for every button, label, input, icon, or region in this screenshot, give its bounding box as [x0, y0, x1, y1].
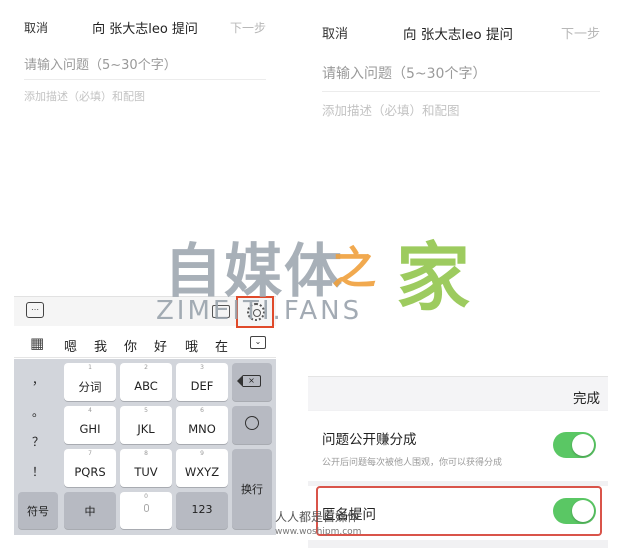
- key-1[interactable]: 1 分词: [64, 363, 116, 401]
- next-button[interactable]: 下一步: [230, 19, 266, 36]
- candidate-word[interactable]: 你: [124, 336, 137, 355]
- punct-key[interactable]: ！: [18, 455, 58, 485]
- gear-icon[interactable]: [247, 303, 265, 321]
- key-8[interactable]: 8 TUV: [120, 449, 172, 487]
- candidate-word[interactable]: 我: [94, 336, 107, 355]
- candidate-word[interactable]: 嗯: [64, 336, 77, 355]
- chinese-key[interactable]: 中: [64, 492, 116, 529]
- space-key[interactable]: 0: [120, 492, 172, 529]
- key-7[interactable]: 7 PQRS: [64, 449, 116, 487]
- done-bar: 完成: [308, 376, 608, 410]
- punct-key[interactable]: ，: [18, 363, 58, 393]
- description-input[interactable]: 添加描述（必填）和配图: [322, 100, 460, 119]
- settings-highlight: [236, 296, 274, 328]
- question-input[interactable]: 请输入问题（5~30个字）: [322, 60, 600, 92]
- right-screen: 取消 向 张大志leo 提问 下一步 请输入问题（5~30个字） 添加描述（必填…: [308, 0, 608, 548]
- enter-key[interactable]: 换行: [232, 449, 272, 529]
- footer-watermark: 人人都是自媒体: [275, 510, 360, 524]
- next-button[interactable]: 下一步: [561, 23, 600, 42]
- candidate-word[interactable]: 哦: [185, 336, 198, 355]
- anonymous-toggle[interactable]: [553, 498, 596, 524]
- punct-key[interactable]: 。: [18, 395, 58, 425]
- left-header: 取消 向 张大志leo 提问 下一步: [14, 0, 276, 48]
- candidate-bar: ▦ 嗯 我 你 好 哦 在 ⌄: [14, 328, 276, 358]
- emoji-key[interactable]: [232, 406, 272, 444]
- keyboard-menu-icon[interactable]: ⋯: [26, 302, 44, 318]
- key-9[interactable]: 9 WXYZ: [176, 449, 228, 487]
- left-screen: 取消 向 张大志leo 提问 下一步 请输入问题（5~30个字） 添加描述（必填…: [14, 0, 276, 548]
- key-4[interactable]: 4 GHI: [64, 406, 116, 444]
- symbols-key[interactable]: 符号: [18, 492, 58, 529]
- key-6[interactable]: 6 MNO: [176, 406, 228, 444]
- key-3[interactable]: 3 DEF: [176, 363, 228, 401]
- punct-key[interactable]: ？: [18, 425, 58, 455]
- done-button[interactable]: 完成: [573, 387, 600, 407]
- option-subtitle: 公开后问题每次被他人围观，你可以获得分成: [322, 458, 503, 468]
- key-5[interactable]: 5 JKL: [120, 406, 172, 444]
- public-share-option: 问题公开赚分成 公开后问题每次被他人围观，你可以获得分成: [308, 411, 608, 481]
- option-title: 问题公开赚分成: [322, 432, 417, 448]
- grid-icon[interactable]: ▦: [30, 336, 44, 351]
- question-input[interactable]: 请输入问题（5~30个字）: [24, 50, 266, 80]
- keyboard-toolbar: ⋯: [14, 296, 276, 328]
- backspace-key[interactable]: ×: [232, 363, 272, 401]
- numbers-key[interactable]: 123: [176, 492, 228, 529]
- mail-icon[interactable]: [212, 305, 230, 318]
- backspace-icon: ×: [237, 374, 261, 387]
- footer-url: www.woshipm.com: [275, 527, 362, 537]
- collapse-keyboard-icon[interactable]: ⌄: [250, 336, 266, 349]
- candidate-word[interactable]: 在: [215, 336, 228, 355]
- smiley-icon: [245, 416, 259, 430]
- microphone-icon: [143, 504, 149, 512]
- keyboard: ， 。 ？ ！ 1 分词 2 ABC 3 DEF × 4 GHI 5 JKL 6 MNO 7…: [14, 359, 276, 535]
- public-share-toggle[interactable]: [553, 432, 596, 458]
- right-header: 取消 向 张大志leo 提问 下一步: [308, 0, 608, 48]
- key-2[interactable]: 2 ABC: [120, 363, 172, 401]
- candidate-word[interactable]: 好: [154, 336, 167, 355]
- description-input[interactable]: 添加描述（必填）和配图: [24, 88, 145, 104]
